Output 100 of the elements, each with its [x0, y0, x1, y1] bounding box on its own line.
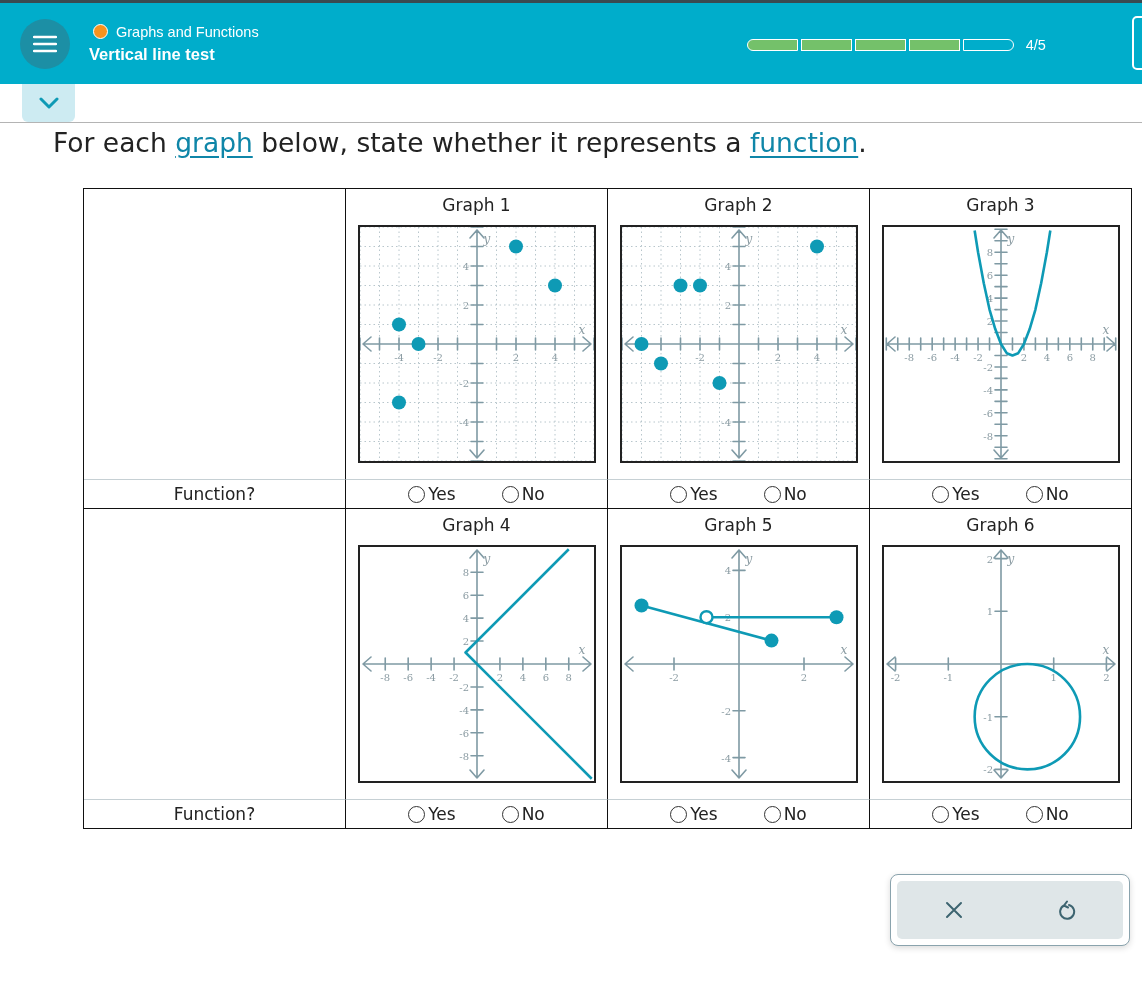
data-point — [829, 610, 843, 625]
data-point — [634, 337, 648, 351]
graph-title: Graph 5 — [704, 515, 773, 537]
status-dot — [93, 24, 108, 39]
axis-label: y — [1007, 232, 1014, 246]
tick-label: 1 — [986, 606, 993, 618]
axis-label: x — [578, 323, 585, 337]
tick-label: -1 — [982, 711, 993, 723]
tick-label: -2 — [432, 352, 443, 363]
data-point — [653, 356, 668, 371]
data-point — [508, 239, 523, 254]
data-point — [712, 376, 726, 390]
radio-option[interactable]: Yes — [408, 804, 456, 824]
tick-label: 2 — [986, 553, 993, 565]
tick-label: 8 — [986, 247, 993, 259]
axis-label: x — [840, 323, 847, 337]
tick-label: -2 — [982, 764, 993, 776]
progress-count: 4/5 — [1025, 36, 1046, 53]
tick-label: -4 — [458, 417, 469, 428]
chevron-down-icon — [38, 97, 59, 109]
tick-label: -2 — [458, 378, 469, 389]
tick-label: 4 — [724, 565, 731, 577]
tick-label: 2 — [986, 316, 993, 328]
tick-label: 2 — [512, 352, 519, 363]
axis-label: x — [840, 643, 847, 657]
data-point — [411, 337, 425, 351]
radio-option[interactable]: No — [1025, 484, 1069, 504]
menu-button[interactable] — [20, 18, 70, 69]
axis-label: y — [483, 552, 490, 566]
data-point — [764, 633, 778, 648]
row-label: Function? — [173, 484, 256, 504]
tick-label: -1 — [942, 672, 953, 683]
tick-label: 6 — [986, 270, 993, 282]
course-name: Graphs and Functions — [116, 23, 259, 40]
tick-label: 8 — [565, 672, 572, 683]
radio-option[interactable]: Yes — [932, 484, 980, 504]
radio-option[interactable]: No — [763, 484, 807, 504]
data-point — [391, 317, 406, 332]
glossary-link[interactable]: function — [749, 127, 859, 158]
tick-label: -4 — [720, 417, 731, 428]
tick-label: -2 — [668, 672, 679, 683]
tick-label: 4 — [519, 672, 526, 683]
axis-label: y — [1007, 552, 1014, 566]
radio-option[interactable]: No — [1025, 804, 1069, 824]
expand-button[interactable] — [22, 84, 75, 122]
graph-title: Graph 3 — [966, 195, 1035, 217]
tick-label: 2 — [462, 636, 469, 648]
data-point — [673, 278, 687, 293]
tick-label: 6 — [462, 590, 469, 602]
tick-label: 2 — [1020, 352, 1027, 363]
data-point — [634, 598, 648, 613]
tick-label: -6 — [458, 727, 469, 739]
tick-label: -2 — [972, 352, 983, 363]
tick-label: -8 — [982, 430, 993, 442]
axis-label: y — [483, 232, 490, 246]
tick-label: -4 — [720, 752, 731, 764]
tick-label: -6 — [402, 672, 413, 683]
tick-label: 6 — [542, 672, 549, 683]
radio-option[interactable]: No — [501, 804, 545, 824]
tick-label: 4 — [462, 261, 469, 272]
tick-label: 8 — [1089, 352, 1096, 363]
graph-title: Graph 6 — [966, 515, 1035, 537]
tick-label: -4 — [949, 352, 960, 363]
graph-title: Graph 4 — [442, 515, 511, 537]
tick-label: 6 — [1066, 352, 1073, 363]
tick-label: 2 — [774, 352, 781, 363]
tick-label: -8 — [903, 352, 914, 363]
radio-option[interactable]: No — [501, 484, 545, 504]
tick-label: 2 — [1102, 672, 1110, 683]
tick-label: 2 — [724, 300, 731, 311]
close-icon — [944, 901, 963, 919]
radio-option[interactable]: Yes — [670, 804, 718, 824]
axis-label: y — [745, 552, 752, 566]
radio-option[interactable]: Yes — [408, 484, 456, 504]
radio-option[interactable]: No — [763, 804, 807, 824]
tick-label: 2 — [462, 300, 469, 311]
tick-label: 4 — [1043, 352, 1050, 363]
tick-label: 4 — [724, 261, 731, 272]
glossary-link[interactable]: graph — [175, 127, 253, 158]
tick-label: -6 — [926, 352, 937, 363]
axis-label: x — [578, 643, 585, 657]
tick-label: 8 — [462, 567, 469, 579]
question-text: For each graph below, state whether it represents a function. — [53, 127, 868, 159]
data-point — [547, 278, 562, 293]
tick-label: -2 — [694, 352, 705, 363]
graph-title: Graph 1 — [442, 195, 511, 217]
tick-label: -2 — [458, 681, 469, 693]
tick-label: -8 — [458, 750, 469, 762]
radio-option[interactable]: Yes — [670, 484, 718, 504]
axis-label: y — [745, 232, 752, 246]
radio-option[interactable]: Yes — [932, 804, 980, 824]
row-label: Function? — [173, 804, 256, 824]
axis-label: x — [1102, 643, 1109, 657]
tick-label: -4 — [425, 672, 436, 683]
tick-label: -2 — [982, 361, 993, 373]
tick-label: -2 — [720, 705, 731, 717]
tick-label: 1 — [1050, 672, 1057, 683]
graph-title: Graph 2 — [704, 195, 773, 217]
tick-label: 2 — [496, 672, 503, 683]
tick-label: -6 — [982, 407, 993, 419]
